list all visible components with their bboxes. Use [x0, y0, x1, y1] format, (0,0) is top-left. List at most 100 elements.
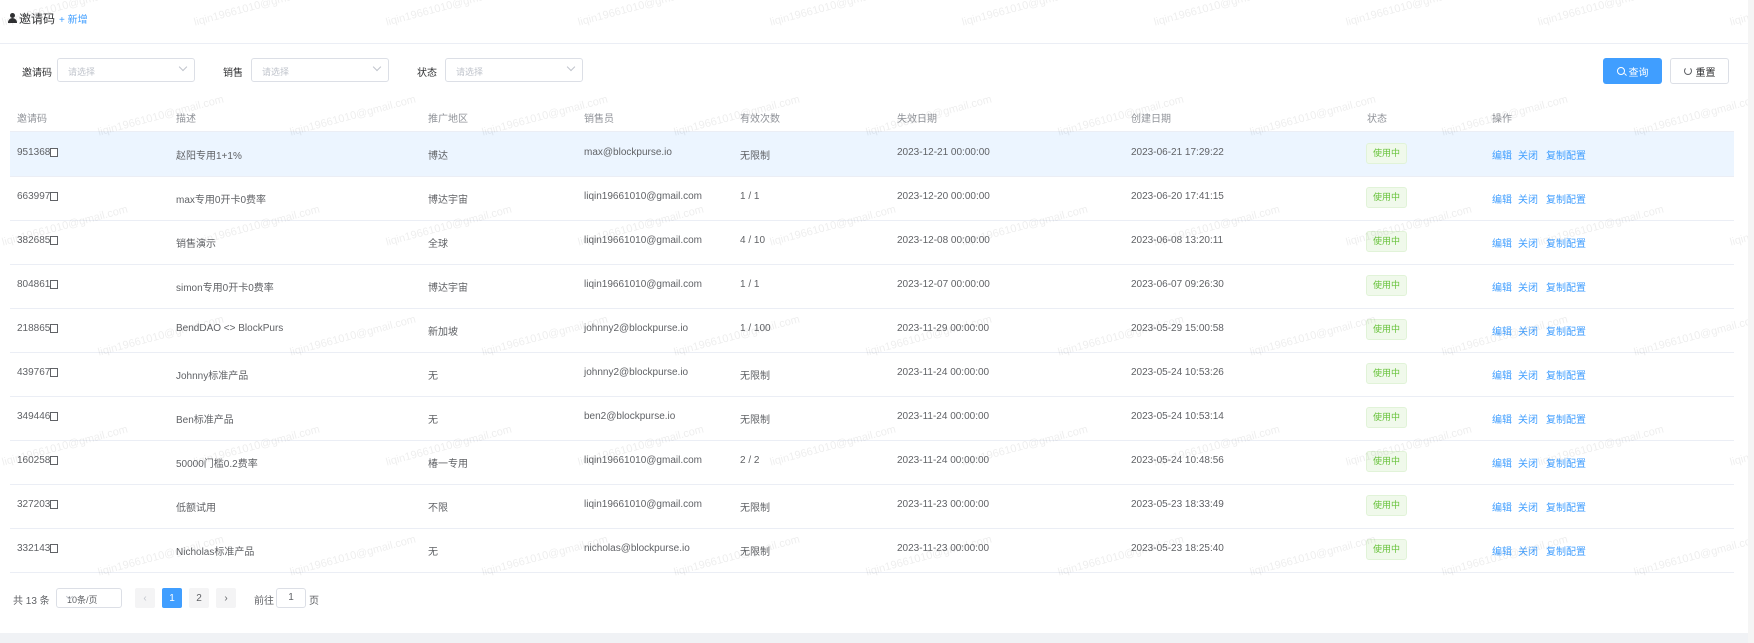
- cell-code: 218865: [17, 323, 51, 334]
- edit-button[interactable]: 编辑: [1492, 191, 1512, 206]
- column-header-region: 推广地区: [428, 114, 468, 125]
- page-button-2[interactable]: 2: [189, 588, 209, 608]
- copy-icon[interactable]: [48, 410, 58, 421]
- copy-icon[interactable]: [48, 454, 58, 465]
- column-header-desc: 描述: [176, 114, 196, 125]
- cell-count: 4 / 10: [740, 235, 766, 246]
- cell-created: 2023-06-20 17:41:15: [1131, 191, 1224, 202]
- close-button[interactable]: 关闭: [1518, 323, 1538, 338]
- cell-created: 2023-05-24 10:53:26: [1131, 367, 1224, 378]
- copy-config-button[interactable]: 复制配置: [1546, 543, 1586, 558]
- prev-page-button[interactable]: ‹: [135, 588, 155, 608]
- table-row[interactable]: 804861 simon专用0开卡0费率 博达宇宙 liqin19661010@gma…: [10, 264, 1734, 309]
- cell-sales: johnny2@blockpurse.io: [584, 367, 689, 378]
- table-row[interactable]: 951368 赵阳专用1+1% 博达 max@blockpurse.io 无限制 2023…: [10, 132, 1734, 177]
- cell-count: 2 / 2: [740, 455, 760, 466]
- filter-select-sales[interactable]: 请选择: [251, 58, 389, 82]
- copy-icon[interactable]: [48, 190, 58, 201]
- cell-created: 2023-05-29 15:00:58: [1131, 323, 1224, 334]
- cell-region: 博达: [428, 151, 448, 162]
- filter-label-code: 邀请码: [22, 68, 52, 79]
- copy-icon[interactable]: [48, 322, 58, 333]
- table-row[interactable]: 160258 50000门槛0.2费率 椿一专用 liqin19661010@gmai…: [10, 440, 1734, 485]
- close-button[interactable]: 关闭: [1518, 411, 1538, 426]
- close-button[interactable]: 关闭: [1518, 499, 1538, 514]
- table-row[interactable]: 218865 BendDAO <> BlockPurs 新加坡 johnny2@blo…: [10, 308, 1734, 353]
- cell-code: 663997: [17, 191, 51, 202]
- cell-desc: 销售演示: [176, 239, 216, 250]
- cell-expire: 2023-11-23 00:00:00: [897, 543, 990, 554]
- table-row[interactable]: 439767 Johnny标准产品 无 johnny2@blockpurse.io 无限…: [10, 352, 1734, 397]
- chevron-down-icon: [178, 62, 188, 72]
- table-row[interactable]: 332143 Nicholas标准产品 无 nicholas@blockpurse.i…: [10, 528, 1734, 573]
- page-button-1[interactable]: 1: [162, 588, 182, 608]
- cell-count: 1 / 1: [740, 279, 760, 290]
- edit-button[interactable]: 编辑: [1492, 499, 1512, 514]
- filter-select-status[interactable]: 请选择: [445, 58, 583, 82]
- copy-config-button[interactable]: 复制配置: [1546, 499, 1586, 514]
- table-row[interactable]: 663997 max专用0开卡0费率 博达宇宙 liqin19661010@gmail…: [10, 176, 1734, 221]
- cell-count: 1 / 100: [740, 323, 771, 334]
- status-badge: 使用中: [1366, 539, 1408, 560]
- table-row[interactable]: 349446 Ben标准产品 无 ben2@blockpurse.io 无限制 2023-…: [10, 396, 1734, 441]
- page-scrollbar[interactable]: [1748, 0, 1754, 643]
- next-page-button[interactable]: ›: [216, 588, 236, 608]
- edit-button[interactable]: 编辑: [1492, 543, 1512, 558]
- copy-config-button[interactable]: 复制配置: [1546, 235, 1586, 250]
- filter-select-code[interactable]: 请选择: [57, 58, 195, 82]
- copy-config-button[interactable]: 复制配置: [1546, 455, 1586, 470]
- status-badge: 使用中: [1366, 275, 1408, 296]
- copy-icon[interactable]: [48, 234, 58, 245]
- cell-desc: simon专用0开卡0费率: [176, 283, 274, 294]
- edit-button[interactable]: 编辑: [1492, 367, 1512, 382]
- close-button[interactable]: 关闭: [1518, 235, 1538, 250]
- status-badge: 使用中: [1366, 319, 1408, 340]
- close-button[interactable]: 关闭: [1518, 543, 1538, 558]
- page-size-select[interactable]: 10条/页: [56, 588, 122, 608]
- goto-page-input[interactable]: 1: [276, 588, 306, 608]
- cell-desc: Ben标准产品: [176, 415, 234, 426]
- column-header-expire: 失效日期: [897, 114, 937, 125]
- cell-created: 2023-06-21 17:29:22: [1131, 147, 1224, 158]
- copy-icon[interactable]: [48, 278, 58, 289]
- search-button[interactable]: 查询: [1603, 58, 1662, 84]
- copy-config-button[interactable]: 复制配置: [1546, 411, 1586, 426]
- cell-desc: 50000门槛0.2费率: [176, 459, 258, 470]
- copy-icon[interactable]: [48, 366, 58, 377]
- table-row[interactable]: 327203 低额试用 不限 liqin19661010@gmail.com 无限制 20…: [10, 484, 1734, 529]
- copy-config-button[interactable]: 复制配置: [1546, 323, 1586, 338]
- edit-button[interactable]: 编辑: [1492, 235, 1512, 250]
- edit-button[interactable]: 编辑: [1492, 147, 1512, 162]
- edit-button[interactable]: 编辑: [1492, 455, 1512, 470]
- cell-expire: 2023-11-29 00:00:00: [897, 323, 990, 334]
- copy-icon[interactable]: [48, 146, 58, 157]
- close-button[interactable]: 关闭: [1518, 279, 1538, 294]
- close-button[interactable]: 关闭: [1518, 455, 1538, 470]
- copy-config-button[interactable]: 复制配置: [1546, 191, 1586, 206]
- header-divider: [0, 43, 1748, 44]
- cell-code: 951368: [17, 147, 51, 158]
- edit-button[interactable]: 编辑: [1492, 323, 1512, 338]
- cell-expire: 2023-12-21 00:00:00: [897, 147, 990, 158]
- status-badge: 使用中: [1366, 451, 1408, 472]
- cell-count: 无限制: [740, 151, 770, 162]
- close-button[interactable]: 关闭: [1518, 147, 1538, 162]
- reset-button[interactable]: 重置: [1670, 58, 1729, 84]
- filter-label-status: 状态: [417, 68, 437, 79]
- copy-icon[interactable]: [48, 542, 58, 553]
- edit-button[interactable]: 编辑: [1492, 279, 1512, 294]
- search-button-label: 查询: [1628, 67, 1649, 79]
- close-button[interactable]: 关闭: [1518, 367, 1538, 382]
- copy-config-button[interactable]: 复制配置: [1546, 279, 1586, 294]
- copy-config-button[interactable]: 复制配置: [1546, 367, 1586, 382]
- watermark-text: liqin19661010@gmail.com: [1536, 0, 1666, 29]
- close-button[interactable]: 关闭: [1518, 191, 1538, 206]
- copy-config-button[interactable]: 复制配置: [1546, 147, 1586, 162]
- table-row[interactable]: 382685 销售演示 全球 liqin19661010@gmail.com 4 / 1…: [10, 220, 1734, 265]
- add-invite-link[interactable]: + 新增: [59, 11, 88, 26]
- cell-region: 新加坡: [428, 327, 458, 338]
- cell-code: 439767: [17, 367, 51, 378]
- copy-icon[interactable]: [48, 498, 58, 509]
- edit-button[interactable]: 编辑: [1492, 411, 1512, 426]
- cell-sales: nicholas@blockpurse.io: [584, 543, 690, 554]
